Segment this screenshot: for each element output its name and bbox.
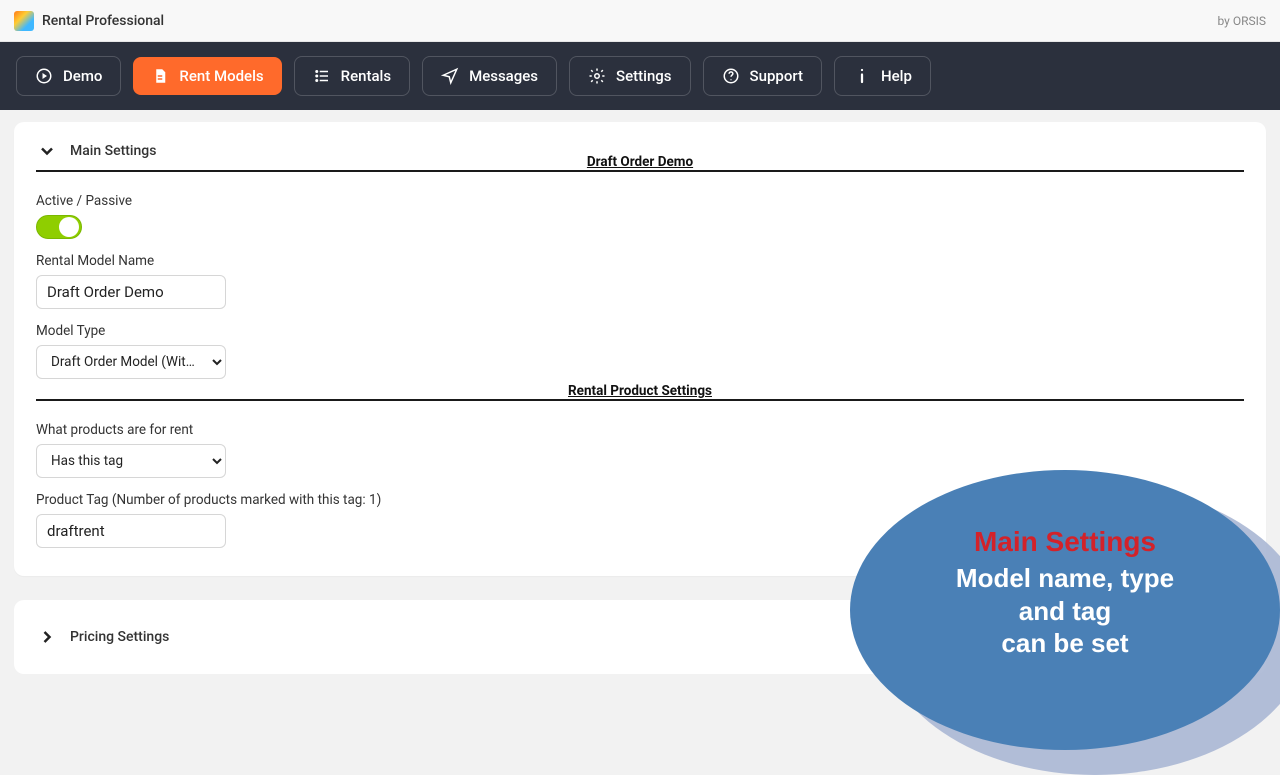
model-name-input[interactable]: [36, 275, 226, 309]
help-circle-icon: [722, 67, 740, 85]
sliders-icon: [588, 67, 606, 85]
chevron-right-icon: [36, 626, 58, 648]
nav-label: Messages: [469, 67, 538, 85]
nav-label: Settings: [616, 67, 672, 85]
nav-label: Support: [750, 67, 803, 85]
section-title: Main Settings: [70, 143, 156, 159]
main-settings-card: Main Settings Draft Order Demo Active / …: [14, 122, 1266, 576]
nav-label: Rentals: [341, 67, 391, 85]
app-logo-icon: [14, 11, 34, 31]
top-bar: Rental Professional by ORSIS: [0, 0, 1280, 42]
play-circle-icon: [35, 67, 53, 85]
model-name-label: Rental Model Name: [36, 253, 1244, 269]
nav-rent-models[interactable]: Rent Models: [133, 57, 281, 95]
nav-label: Help: [881, 67, 912, 85]
active-passive-label: Active / Passive: [36, 193, 1244, 209]
what-products-select[interactable]: Has this tag: [36, 444, 226, 478]
active-toggle[interactable]: [36, 215, 82, 239]
pricing-section-title: Pricing Settings: [70, 629, 169, 645]
model-type-label: Model Type: [36, 323, 1244, 339]
nav-help[interactable]: Help: [834, 56, 931, 96]
nav-label: Demo: [63, 67, 102, 85]
info-icon: [853, 67, 871, 85]
nav-messages[interactable]: Messages: [422, 56, 557, 96]
list-icon: [313, 67, 331, 85]
pricing-settings-card[interactable]: Pricing Settings: [14, 600, 1266, 674]
nav-settings[interactable]: Settings: [569, 56, 691, 96]
nav-rentals[interactable]: Rentals: [294, 56, 410, 96]
app-title: Rental Professional: [42, 13, 164, 29]
toggle-knob-icon: [59, 217, 79, 237]
nav-label: Rent Models: [179, 67, 263, 85]
file-rent-icon: [151, 67, 169, 85]
chevron-down-icon: [36, 140, 58, 162]
send-icon: [441, 67, 459, 85]
nav-support[interactable]: Support: [703, 56, 822, 96]
what-products-label: What products are for rent: [36, 422, 1244, 438]
draft-order-demo-fieldset-label: Draft Order Demo: [36, 163, 1244, 179]
model-type-select[interactable]: Draft Order Model (With Deposit): [36, 345, 226, 379]
vendor-label: by ORSIS: [1218, 14, 1267, 28]
rental-product-settings-fieldset-label: Rental Product Settings: [36, 392, 1244, 408]
product-tag-label: Product Tag (Number of products marked w…: [36, 492, 1244, 508]
main-nav: Demo Rent Models Rentals Messages Settin…: [0, 42, 1280, 110]
product-tag-input[interactable]: [36, 514, 226, 548]
nav-demo[interactable]: Demo: [16, 56, 121, 96]
